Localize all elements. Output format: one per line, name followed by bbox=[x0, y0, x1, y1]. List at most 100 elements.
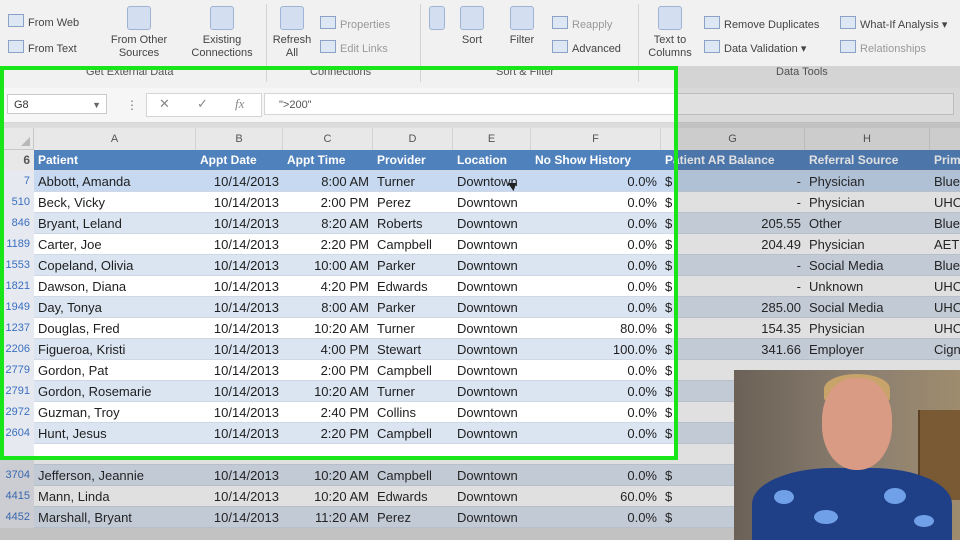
highlight-frame bbox=[0, 66, 678, 460]
reapply-button[interactable]: Reapply bbox=[552, 16, 612, 31]
text-columns-icon bbox=[658, 6, 682, 30]
cell-bal_sym[interactable]: $ bbox=[661, 465, 675, 486]
cell-bal[interactable]: 154.35 bbox=[675, 318, 805, 339]
cell-ref[interactable]: Other bbox=[805, 213, 930, 234]
cell-bal_sym[interactable]: $ bbox=[661, 486, 675, 507]
cell-prim[interactable]: UHC bbox=[930, 276, 960, 297]
cell-ref[interactable]: Physician bbox=[805, 318, 930, 339]
cell-ref[interactable]: Social Media bbox=[805, 297, 930, 318]
refresh-all-button[interactable]: Refresh All bbox=[268, 6, 316, 60]
cell-patient[interactable]: Marshall, Bryant bbox=[34, 507, 196, 528]
folder-icon bbox=[210, 6, 234, 30]
mouse-cursor-icon bbox=[510, 180, 520, 194]
cell-prim[interactable]: UHC bbox=[930, 297, 960, 318]
text-file-icon bbox=[8, 40, 24, 53]
cell-prim[interactable]: Blue bbox=[930, 213, 960, 234]
cell-prim[interactable]: Blue bbox=[930, 255, 960, 276]
cell-provider[interactable]: Perez bbox=[373, 507, 453, 528]
what-if-analysis-button[interactable]: What-If Analysis ▾ bbox=[840, 16, 947, 31]
cell-location[interactable]: Downtown bbox=[453, 465, 531, 486]
cell-location[interactable]: Downtown bbox=[453, 486, 531, 507]
cell-bal[interactable]: 341.66 bbox=[675, 339, 805, 360]
relationships-icon bbox=[840, 40, 856, 53]
cell-location[interactable]: Downtown bbox=[453, 507, 531, 528]
cell-ref[interactable]: Employer bbox=[805, 339, 930, 360]
cell-date[interactable]: 10/14/2013 bbox=[196, 507, 283, 528]
data-validation-icon bbox=[704, 40, 720, 53]
cell-ref[interactable]: Physician bbox=[805, 192, 930, 213]
cell-time[interactable]: 10:20 AM bbox=[283, 465, 373, 486]
remove-duplicates-button[interactable]: Remove Duplicates bbox=[704, 16, 819, 31]
chevron-down-icon: ▾ bbox=[797, 43, 807, 55]
column-heading[interactable]: Prim bbox=[930, 150, 960, 171]
row-number[interactable]: 4415 bbox=[0, 486, 34, 507]
webcam-overlay bbox=[734, 370, 960, 540]
cell-bal[interactable]: 204.49 bbox=[675, 234, 805, 255]
sort-button[interactable]: Sort bbox=[452, 6, 492, 47]
from-web-button[interactable]: From Web bbox=[8, 14, 79, 29]
data-validation-button[interactable]: Data Validation ▾ bbox=[704, 40, 806, 55]
cell-prim[interactable]: Blue bbox=[930, 171, 960, 192]
presenter-shirt bbox=[752, 468, 952, 540]
cell-ref[interactable]: Physician bbox=[805, 234, 930, 255]
column-header[interactable]: H bbox=[805, 128, 930, 150]
cell-noshow[interactable]: 0.0% bbox=[531, 465, 661, 486]
column-heading[interactable]: Referral Source bbox=[805, 150, 930, 171]
what-if-icon bbox=[840, 16, 856, 29]
advanced-button[interactable]: Advanced bbox=[552, 40, 621, 55]
cell-date[interactable]: 10/14/2013 bbox=[196, 486, 283, 507]
cell-provider[interactable]: Edwards bbox=[373, 486, 453, 507]
cell-prim[interactable]: UHC bbox=[930, 318, 960, 339]
shirt-pattern bbox=[914, 515, 934, 527]
cell-ref[interactable]: Unknown bbox=[805, 276, 930, 297]
cell-time[interactable]: 11:20 AM bbox=[283, 507, 373, 528]
cell-date[interactable]: 10/14/2013 bbox=[196, 465, 283, 486]
group-label-data-tools: Data Tools bbox=[776, 66, 828, 78]
cell-bal[interactable]: 205.55 bbox=[675, 213, 805, 234]
cell-ref[interactable]: Physician bbox=[805, 171, 930, 192]
chevron-down-icon: ▾ bbox=[938, 19, 948, 31]
cell-patient[interactable]: Mann, Linda bbox=[34, 486, 196, 507]
from-text-button[interactable]: From Text bbox=[8, 40, 77, 55]
remove-duplicates-icon bbox=[704, 16, 720, 29]
edit-links-button[interactable]: Edit Links bbox=[320, 40, 388, 55]
cell-prim[interactable]: AETN bbox=[930, 234, 960, 255]
cell-provider[interactable]: Campbell bbox=[373, 465, 453, 486]
text-to-columns-button[interactable]: Text to Columns bbox=[642, 6, 698, 60]
cell-bal[interactable]: - bbox=[675, 276, 805, 297]
shirt-pattern bbox=[774, 490, 794, 504]
filter-button[interactable]: Filter bbox=[500, 6, 544, 47]
cell-noshow[interactable]: 0.0% bbox=[531, 507, 661, 528]
advanced-filter-icon bbox=[552, 40, 568, 53]
row-number[interactable]: 3704 bbox=[0, 465, 34, 486]
cell-bal[interactable]: - bbox=[675, 192, 805, 213]
cell-time[interactable]: 10:20 AM bbox=[283, 486, 373, 507]
database-icon bbox=[127, 6, 151, 30]
funnel-icon bbox=[510, 6, 534, 30]
cell-ref[interactable]: Social Media bbox=[805, 255, 930, 276]
shirt-pattern bbox=[884, 488, 906, 504]
cell-bal[interactable]: - bbox=[675, 255, 805, 276]
cell-noshow[interactable]: 60.0% bbox=[531, 486, 661, 507]
from-other-sources-button[interactable]: From Other Sources bbox=[104, 6, 174, 60]
cell-bal[interactable]: 285.00 bbox=[675, 297, 805, 318]
properties-button[interactable]: Properties bbox=[320, 16, 390, 31]
row-number[interactable]: 4452 bbox=[0, 507, 34, 528]
globe-icon bbox=[8, 14, 24, 27]
sort-dialog-icon bbox=[460, 6, 484, 30]
properties-icon bbox=[320, 16, 336, 29]
cell-bal_sym[interactable]: $ bbox=[661, 507, 675, 528]
presenter-face bbox=[822, 378, 892, 470]
column-header[interactable]: G bbox=[661, 128, 805, 150]
sort-icon bbox=[429, 6, 445, 30]
shirt-pattern bbox=[814, 510, 838, 524]
cell-bal[interactable]: - bbox=[675, 171, 805, 192]
cell-prim[interactable]: UHC bbox=[930, 192, 960, 213]
sort-az-button[interactable] bbox=[428, 6, 446, 34]
cell-patient[interactable]: Jefferson, Jeannie bbox=[34, 465, 196, 486]
column-heading[interactable]: Patient AR Balance bbox=[661, 150, 805, 171]
existing-connections-button[interactable]: Existing Connections bbox=[184, 6, 260, 60]
relationships-button[interactable]: Relationships bbox=[840, 40, 926, 55]
reapply-icon bbox=[552, 16, 568, 29]
cell-prim[interactable]: Cign bbox=[930, 339, 960, 360]
